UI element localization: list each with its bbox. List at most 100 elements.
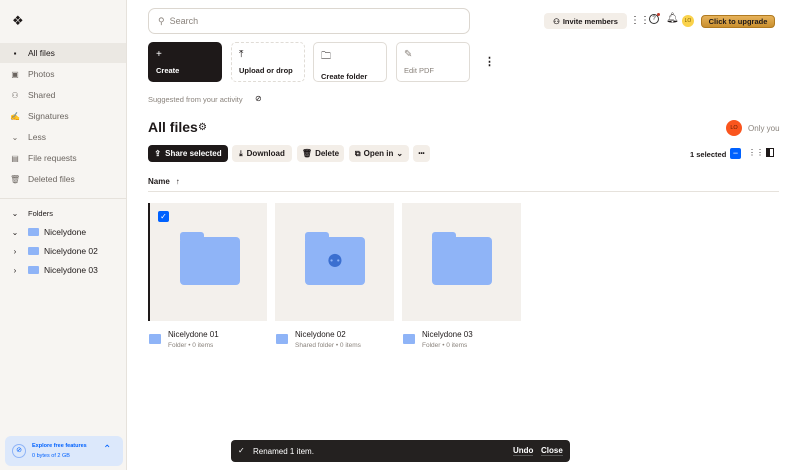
label: Name — [148, 177, 170, 186]
edit-pdf-tile[interactable]: ✎ Edit PDF — [396, 42, 470, 82]
file-card[interactable]: ⚉ — [275, 203, 394, 321]
page-title: All files — [148, 119, 198, 135]
chevron-down-icon: ⌄ — [11, 132, 19, 142]
folder-icon — [180, 232, 240, 285]
shared-folder-icon — [276, 334, 293, 346]
external-link-icon: ⧉ — [354, 148, 361, 158]
sharing-label[interactable]: Only you — [748, 124, 780, 133]
sidebar-panel-icon[interactable] — [766, 148, 774, 157]
shared-icon: ⚇ — [11, 90, 19, 100]
pencil-icon: ✎ — [404, 49, 413, 60]
photos-icon: ▣ — [11, 69, 19, 79]
upload-icon: ⤒ — [239, 49, 244, 60]
avatar[interactable]: LO — [682, 15, 694, 27]
upload-tile[interactable]: ⤒ Upload or drop — [231, 42, 305, 82]
plus-icon: + — [156, 49, 162, 60]
arrow-up-icon: ↑ — [175, 177, 180, 186]
deselect-checkbox[interactable]: − — [730, 148, 741, 159]
explore-title: Explore free features — [32, 443, 87, 449]
label: Nicelydone — [44, 227, 87, 237]
file-name[interactable]: Nicelydone 01 — [168, 330, 219, 339]
share-selected-button[interactable]: ⇪ Share selected — [148, 145, 228, 162]
suggested-label: Suggested from your activity — [148, 95, 243, 104]
label: All files — [28, 48, 55, 58]
chevron-down-icon: ⌄ — [11, 227, 19, 237]
open-in-button[interactable]: ⧉ Open in ⌄ — [349, 145, 409, 162]
create-tile[interactable]: + Create — [148, 42, 222, 82]
dropbox-logo-icon[interactable]: ❖ — [12, 13, 24, 29]
share-icon: ⇪ — [154, 149, 162, 158]
label: Download — [246, 149, 285, 158]
more-vertical-icon[interactable]: ⋮ — [484, 55, 495, 68]
trash-icon: 🗑 — [10, 174, 21, 184]
toast-message: Renamed 1 item. — [253, 447, 314, 456]
shared-folder-icon: ⚉ — [305, 232, 365, 285]
sidebar-item-all-files[interactable]: ▪ All files — [0, 43, 126, 63]
chevron-up-icon[interactable]: ⌃ — [103, 444, 111, 455]
hide-eye-icon[interactable]: ⊘ — [255, 94, 262, 103]
label: Delete — [315, 149, 340, 158]
signatures-icon: ✍ — [10, 111, 20, 121]
undo-button[interactable]: Undo — [513, 446, 534, 456]
file-card[interactable]: ✓ — [148, 203, 267, 321]
folders-section-toggle[interactable]: ⌄ Folders — [0, 203, 126, 223]
file-name[interactable]: Nicelydone 03 — [422, 330, 473, 339]
label: Upload or drop — [239, 66, 293, 75]
folder-icon — [149, 334, 166, 346]
label: Edit PDF — [404, 66, 435, 75]
sidebar-item-photos[interactable]: ▣ Photos — [0, 64, 126, 84]
label: Signatures — [28, 111, 69, 121]
divider — [0, 198, 126, 199]
sidebar-folder[interactable]: ⌄ Nicelydone — [0, 222, 126, 242]
search-input[interactable]: ⚲ Search — [148, 8, 470, 34]
folder-icon — [28, 247, 39, 255]
label: Create folder — [321, 72, 368, 81]
folder-icon — [432, 232, 492, 285]
sidebar-item-less[interactable]: ⌄ Less — [0, 127, 126, 147]
chevron-down-icon: ⌄ — [11, 208, 19, 218]
divider — [148, 191, 779, 192]
invite-members-button[interactable]: ⚇ Invite members — [544, 13, 627, 29]
file-meta: Shared folder • 0 items — [295, 342, 361, 349]
sidebar-item-shared[interactable]: ⚇ Shared — [0, 85, 126, 105]
file-name[interactable]: Nicelydone 02 — [295, 330, 346, 339]
settings-gear-icon[interactable]: ⚙ — [198, 122, 207, 133]
search-placeholder: Search — [169, 16, 199, 26]
folder-icon — [28, 228, 39, 236]
sidebar-folder[interactable]: › Nicelydone 03 — [0, 260, 126, 280]
label: Nicelydone 02 — [44, 246, 98, 256]
bell-icon[interactable]: 🔔︎ — [666, 13, 679, 24]
more-actions-button[interactable]: ••• — [413, 145, 430, 162]
folder-icon — [28, 266, 39, 274]
label: Invite members — [562, 16, 618, 26]
selected-count: 1 selected — [690, 150, 727, 159]
file-meta: Folder • 0 items — [168, 342, 214, 349]
download-button[interactable]: ⤓ Download — [232, 145, 292, 162]
label: Deleted files — [28, 174, 75, 184]
label: Create — [156, 66, 180, 75]
label: Open in — [363, 149, 394, 158]
explore-icon: ⊘ — [12, 444, 26, 458]
toast: ✓ Renamed 1 item. Undo Close — [231, 440, 570, 462]
explore-features-panel[interactable]: ⊘ Explore free features 0 bytes of 2 GB … — [5, 436, 123, 466]
label: Nicelydone 03 — [44, 265, 98, 275]
owner-avatar: LO — [726, 120, 742, 136]
close-button[interactable]: Close — [541, 446, 563, 456]
sidebar-folder[interactable]: › Nicelydone 02 — [0, 241, 126, 261]
delete-button[interactable]: 🗑 Delete — [297, 145, 344, 162]
sidebar-item-file-requests[interactable]: ▤ File requests — [0, 148, 126, 168]
folders-label: Folders — [28, 208, 54, 218]
create-folder-tile[interactable]: 🗀 Create folder — [313, 42, 387, 82]
name-column-header[interactable]: Name ↑ — [148, 177, 180, 186]
apps-grid-icon[interactable]: ⋮⋮ — [630, 15, 650, 26]
download-icon: ⤓ — [239, 148, 243, 158]
upgrade-button[interactable]: Click to upgrade — [701, 15, 775, 28]
sidebar-item-signatures[interactable]: ✍ Signatures — [0, 106, 126, 126]
file-card[interactable] — [402, 203, 521, 321]
file-meta: Folder • 0 items — [422, 342, 468, 349]
sidebar-item-deleted-files[interactable]: 🗑 Deleted files — [0, 169, 126, 189]
label: Share selected — [165, 149, 222, 158]
check-icon: ✓ — [238, 446, 245, 455]
sidebar: ❖ ▪ All files ▣ Photos ⚇ Shared ✍ Signatures… — [0, 0, 127, 470]
checkbox-checked[interactable]: ✓ — [158, 211, 169, 222]
